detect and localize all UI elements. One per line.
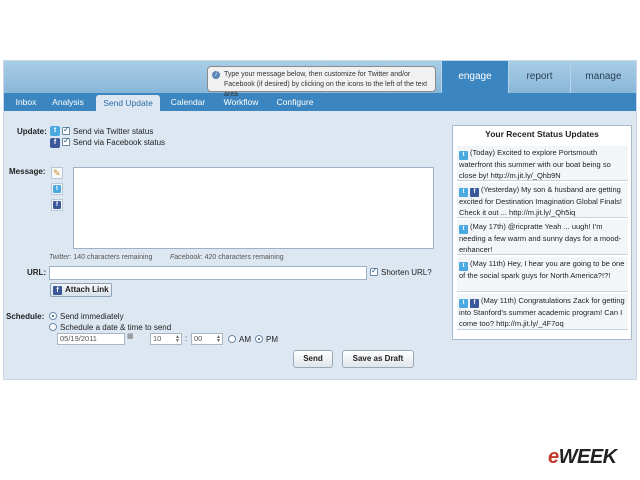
subtab-analysis[interactable]: Analysis — [46, 93, 90, 111]
facebook-icon: f — [53, 201, 61, 209]
attach-link-button[interactable]: f Attach Link — [50, 283, 112, 297]
facebook-icon: f — [50, 138, 60, 148]
logo-rest: WEEK — [558, 446, 618, 468]
schedule-later-label: Schedule a date & time to send — [60, 323, 172, 332]
sub-navigation: Inbox Analysis Send Update Calendar Work… — [4, 93, 636, 111]
message-textarea[interactable] — [73, 167, 434, 249]
send-immediately-label: Send immediately — [60, 312, 124, 321]
nav-tab-engage[interactable]: engage — [441, 61, 508, 93]
nav-tab-report[interactable]: report — [508, 61, 570, 93]
info-tooltip: i Type your message below, then customiz… — [207, 66, 436, 98]
subtab-calendar[interactable]: Calendar — [166, 93, 210, 111]
am-label: AM — [239, 335, 251, 344]
facebook-customize-button[interactable]: f — [51, 199, 63, 211]
twitter-char-count: Twitter: 140 characters remaining — [49, 254, 152, 261]
facebook-option-label: Send via Facebook status — [73, 138, 166, 147]
edit-pencil-button[interactable]: ✎ — [51, 167, 63, 179]
pencil-icon: ✎ — [53, 168, 61, 178]
twitter-customize-button[interactable]: t — [51, 183, 63, 195]
shorten-url-checkbox[interactable] — [370, 266, 378, 276]
twitter-option-label: Send via Twitter status — [73, 127, 154, 136]
pm-label: PM — [266, 335, 278, 344]
spinner-icon: ▲ ▼ — [216, 334, 221, 344]
facebook-count-prefix: Facebook — [170, 254, 201, 261]
date-input[interactable]: 05/19/2011 — [57, 333, 125, 345]
list-item: t (Today) Excited to explore Portsmouth w… — [457, 146, 628, 181]
subtab-inbox[interactable]: Inbox — [8, 93, 44, 111]
shorten-url-label: Shorten URL? — [381, 268, 432, 277]
twitter-count-prefix: Twitter — [49, 254, 70, 261]
facebook-char-count: Facebook: 420 characters remaining — [170, 254, 284, 261]
list-item: t f (May 11th) Congratulations Zack for ge… — [457, 294, 628, 330]
url-label: URL: — [27, 268, 47, 277]
pm-radio[interactable] — [255, 335, 263, 343]
url-input[interactable] — [49, 266, 367, 280]
update-text: (May 17th) @ricpratte Yeah ... uugh! I'm… — [459, 222, 622, 254]
twitter-icon: t — [459, 225, 468, 234]
hour-value: 10 — [153, 334, 162, 343]
update-text: (May 11th) Congratulations Zack for gett… — [459, 296, 625, 328]
facebook-icon: f — [470, 188, 479, 197]
hour-select[interactable]: 10 ▲ ▼ — [150, 333, 182, 345]
time-separator: : — [185, 334, 188, 343]
send-immediately-radio[interactable] — [49, 312, 57, 320]
twitter-icon: t — [53, 185, 61, 193]
update-text: (May 11th) Hey, I hear you are going to … — [459, 259, 625, 280]
twitter-icon: t — [459, 188, 468, 197]
attach-link-label: Attach Link — [65, 285, 109, 294]
facebook-icon: f — [470, 299, 479, 308]
twitter-icon: t — [50, 126, 60, 136]
minute-select[interactable]: 00 ▲ ▼ — [191, 333, 223, 345]
facebook-count-text: : 420 characters remaining — [200, 254, 284, 261]
twitter-count-text: : 140 characters remaining — [69, 254, 153, 261]
list-item: t (May 11th) Hey, I hear you are going to… — [457, 257, 628, 292]
message-label: Message: — [9, 167, 46, 176]
facebook-icon: f — [53, 286, 62, 295]
recent-updates-panel: Your Recent Status Updates t (Today) Exci… — [452, 125, 632, 340]
subtab-configure[interactable]: Configure — [270, 93, 320, 111]
update-label: Update: — [17, 127, 47, 136]
twitter-icon: t — [459, 299, 468, 308]
twitter-checkbox[interactable] — [62, 125, 70, 135]
recent-updates-title: Your Recent Status Updates — [485, 129, 599, 139]
update-text: (Yesterday) My son & husband are getting… — [459, 185, 623, 217]
send-button[interactable]: Send — [293, 350, 333, 368]
minute-value: 00 — [194, 334, 203, 343]
list-item: t f (Yesterday) My son & husband are getti… — [457, 183, 628, 218]
list-item: t (May 17th) @ricpratte Yeah ... uugh! I'… — [457, 220, 628, 255]
twitter-icon: t — [459, 262, 468, 271]
save-draft-button[interactable]: Save as Draft — [342, 350, 414, 368]
calendar-icon[interactable]: ▦ — [127, 332, 134, 340]
logo-e: e — [548, 446, 559, 468]
facebook-checkbox[interactable] — [62, 136, 70, 146]
subtab-send-update[interactable]: Send Update — [96, 95, 160, 111]
nav-tab-manage[interactable]: manage — [570, 61, 636, 93]
spinner-icon: ▲ ▼ — [175, 334, 180, 344]
am-radio[interactable] — [228, 335, 236, 343]
update-text: (Today) Excited to explore Portsmouth wa… — [459, 148, 611, 180]
schedule-label: Schedule: — [6, 312, 45, 321]
info-icon: i — [212, 71, 220, 79]
eweek-logo: eWEEK — [548, 446, 617, 469]
schedule-later-radio[interactable] — [49, 323, 57, 331]
twitter-icon: t — [459, 151, 468, 160]
